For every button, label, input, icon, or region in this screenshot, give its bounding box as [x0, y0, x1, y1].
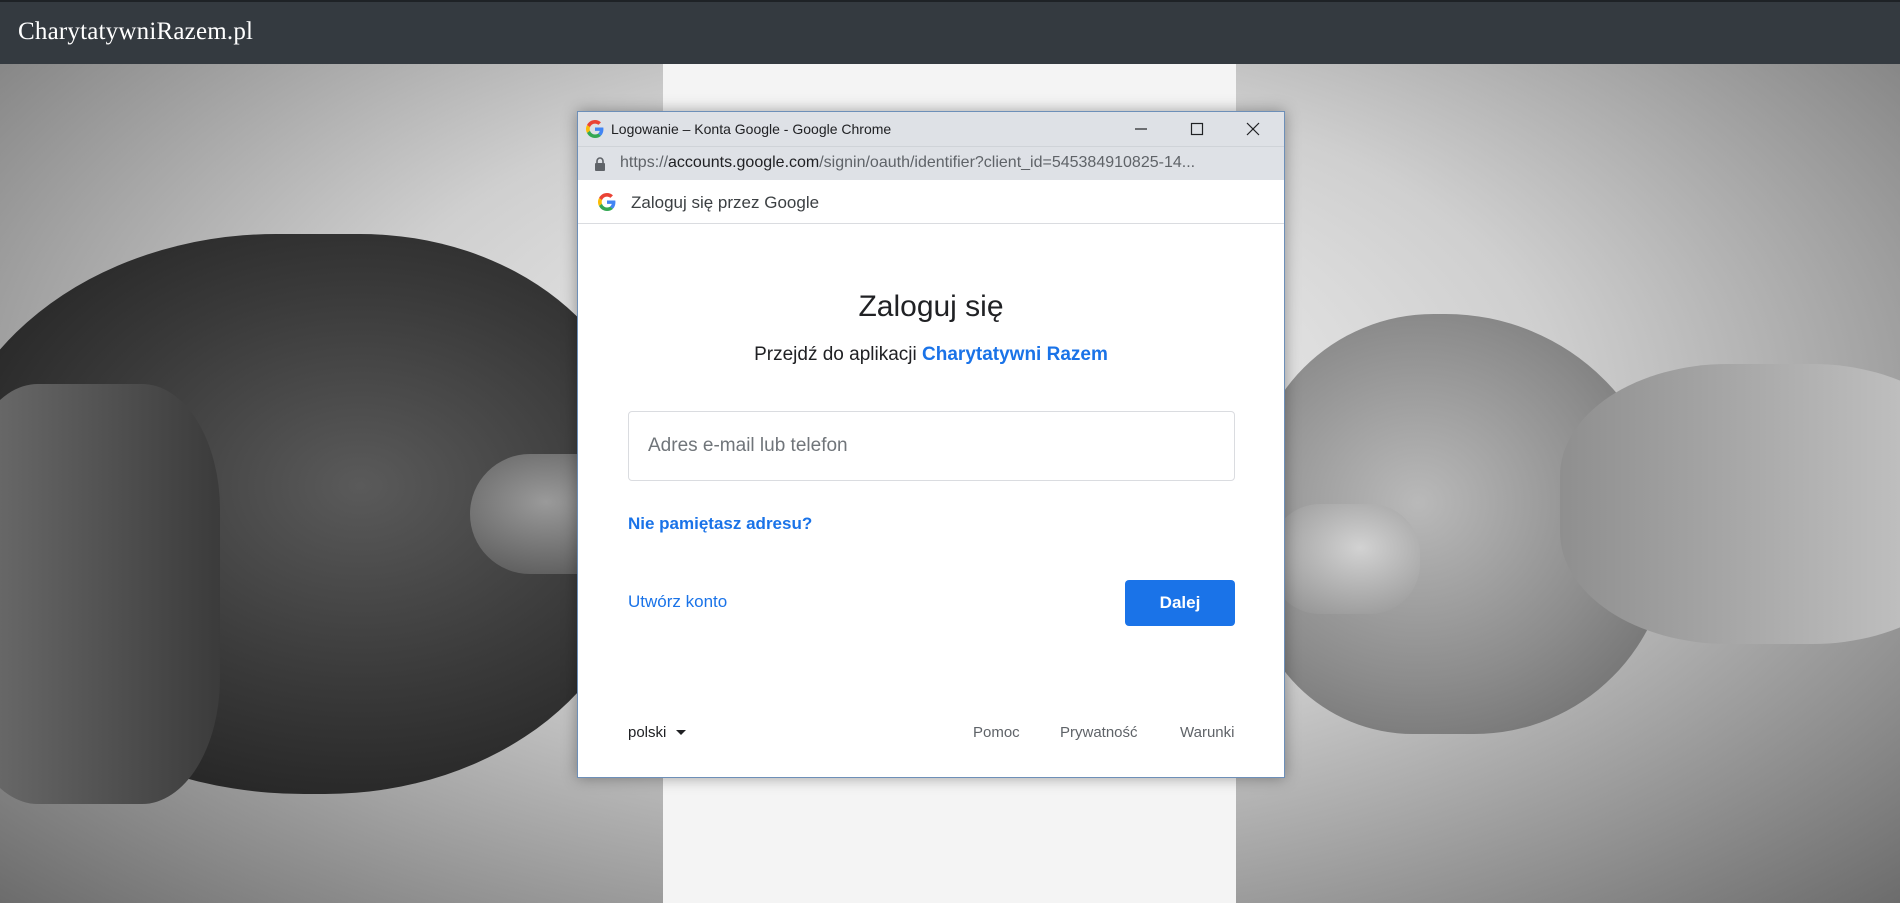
google-g-icon [598, 193, 616, 211]
close-button[interactable] [1225, 112, 1281, 146]
next-button[interactable]: Dalej [1125, 580, 1235, 626]
address-bar[interactable]: https://accounts.google.com/signin/oauth… [578, 146, 1284, 180]
create-account-link[interactable]: Utwórz konto [628, 592, 727, 612]
signin-subheading: Przejdź do aplikacji Charytatywni Razem [578, 344, 1284, 366]
email-field[interactable] [628, 411, 1235, 481]
maximize-button[interactable] [1169, 112, 1225, 146]
fingers-right-image [1270, 504, 1420, 614]
google-g-icon [586, 120, 604, 138]
app-name-link[interactable]: Charytatywni Razem [922, 344, 1108, 365]
language-label: polski [628, 724, 667, 741]
privacy-link[interactable]: Prywatność [1060, 724, 1138, 741]
site-navbar: CharytatywniRazem.pl [0, 0, 1900, 64]
site-brand[interactable]: CharytatywniRazem.pl [18, 18, 253, 46]
url-host: accounts.google.com [668, 154, 820, 171]
google-header-text: Zaloguj się przez Google [631, 193, 820, 212]
wrist-left-image [0, 384, 220, 804]
google-signin-popup: Logowanie – Konta Google - Google Chrome… [577, 111, 1285, 778]
url-prefix: https:// [620, 154, 669, 171]
signin-heading: Zaloguj się [858, 290, 1004, 323]
terms-link[interactable]: Warunki [1180, 724, 1234, 741]
window-title: Logowanie – Konta Google - Google Chrome [611, 121, 892, 137]
close-icon [1246, 122, 1260, 136]
help-link[interactable]: Pomoc [973, 724, 1020, 741]
arm-right-image [1560, 364, 1900, 644]
forgot-email-link[interactable]: Nie pamiętasz adresu? [628, 514, 812, 534]
minimize-button[interactable] [1113, 112, 1169, 146]
google-signin-header: Zaloguj się przez Google [578, 180, 1284, 224]
url-text[interactable]: https://accounts.google.com/signin/oauth… [620, 154, 1275, 172]
minimize-icon [1135, 128, 1147, 130]
subheading-prefix: Przejdź do aplikacji [754, 344, 917, 365]
caret-down-icon [676, 730, 687, 735]
window-titlebar[interactable]: Logowanie – Konta Google - Google Chrome [578, 112, 1284, 146]
maximize-icon [1190, 122, 1204, 136]
language-select[interactable]: polski [628, 724, 687, 741]
lock-icon [595, 157, 605, 171]
url-path: /signin/oauth/identifier?client_id=54538… [819, 154, 1196, 171]
